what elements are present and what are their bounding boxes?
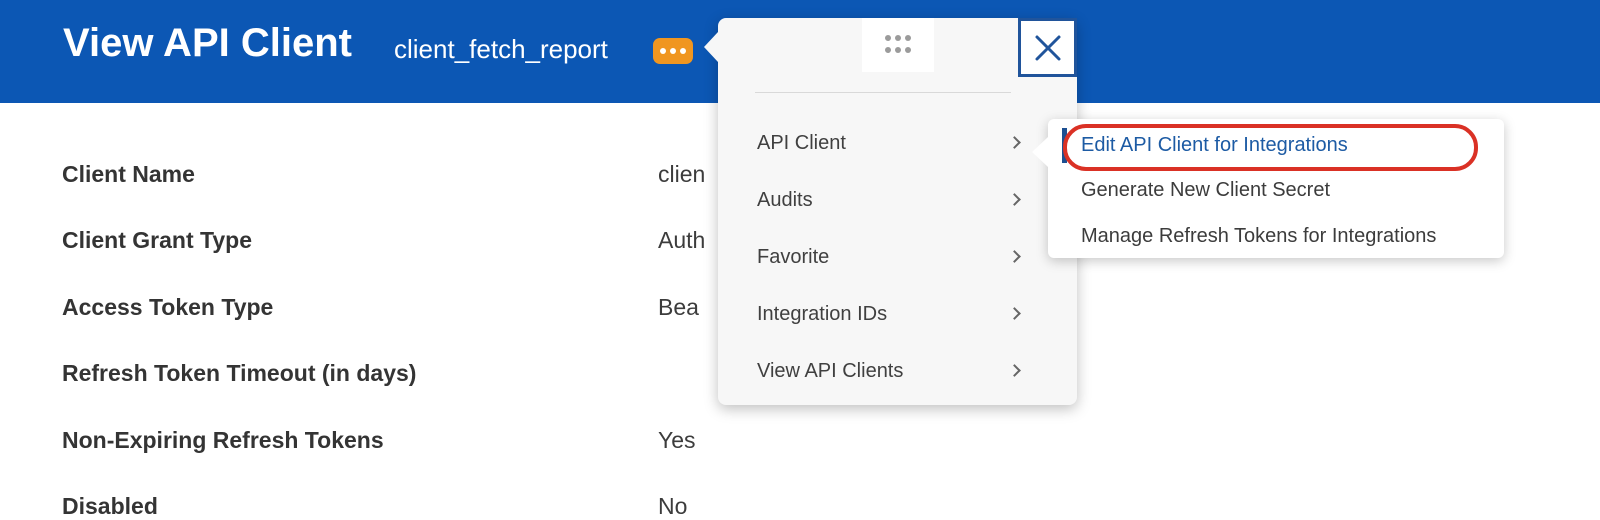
- field-label-client-grant-type: Client Grant Type: [62, 227, 252, 253]
- field-label-refresh-token-timeout: Refresh Token Timeout (in days): [62, 360, 417, 386]
- field-value-disabled: No: [658, 493, 688, 519]
- field-label-client-name: Client Name: [62, 161, 195, 187]
- menu-item-api-client[interactable]: API Client: [718, 123, 1077, 163]
- chevron-right-icon: [1008, 193, 1021, 206]
- menu-item-view-api-clients[interactable]: View API Clients: [718, 351, 1077, 391]
- object-name: client_fetch_report: [394, 34, 608, 64]
- selected-item-bar: [1062, 128, 1067, 163]
- submenu-item-edit-api-client[interactable]: Edit API Client for Integrations: [1081, 132, 1348, 158]
- field-value-client-name: clien: [658, 161, 706, 187]
- submenu-item-generate-new-client-secret[interactable]: Generate New Client Secret: [1081, 177, 1330, 203]
- submenu-arrow: [1032, 137, 1048, 167]
- submenu-item-manage-refresh-tokens[interactable]: Manage Refresh Tokens for Integrations: [1081, 223, 1436, 249]
- ellipsis-icon: [660, 48, 666, 54]
- page: View API Client client_fetch_report Clie…: [0, 0, 1600, 520]
- field-label-access-token-type: Access Token Type: [62, 294, 274, 320]
- field-value-client-grant-type: Auth: [658, 227, 706, 253]
- field-value-non-expiring-refresh-tokens: Yes: [658, 427, 696, 453]
- chevron-right-icon: [1008, 136, 1021, 149]
- field-label-disabled: Disabled: [62, 493, 158, 519]
- close-button[interactable]: [1018, 18, 1077, 77]
- field-value-access-token-type: Bea: [658, 294, 699, 320]
- menu-item-favorite[interactable]: Favorite: [718, 237, 1077, 277]
- popup-arrow: [704, 32, 718, 62]
- api-client-submenu: Edit API Client for Integrations Generat…: [1032, 119, 1504, 258]
- chevron-right-icon: [1008, 250, 1021, 263]
- drag-dots-icon: [885, 34, 911, 53]
- close-icon: [1035, 35, 1060, 60]
- page-title: View API Client: [63, 21, 352, 65]
- menu-item-integration-ids[interactable]: Integration IDs: [718, 294, 1077, 334]
- chevron-right-icon: [1008, 307, 1021, 320]
- field-label-non-expiring-refresh-tokens: Non-Expiring Refresh Tokens: [62, 427, 384, 453]
- menu-divider: [755, 92, 1011, 93]
- drag-handle[interactable]: [862, 18, 934, 72]
- related-actions-button[interactable]: [653, 38, 693, 64]
- related-actions-menu: API Client Audits Favorite Integration I…: [704, 18, 1077, 405]
- chevron-right-icon: [1008, 364, 1021, 377]
- menu-item-audits[interactable]: Audits: [718, 180, 1077, 220]
